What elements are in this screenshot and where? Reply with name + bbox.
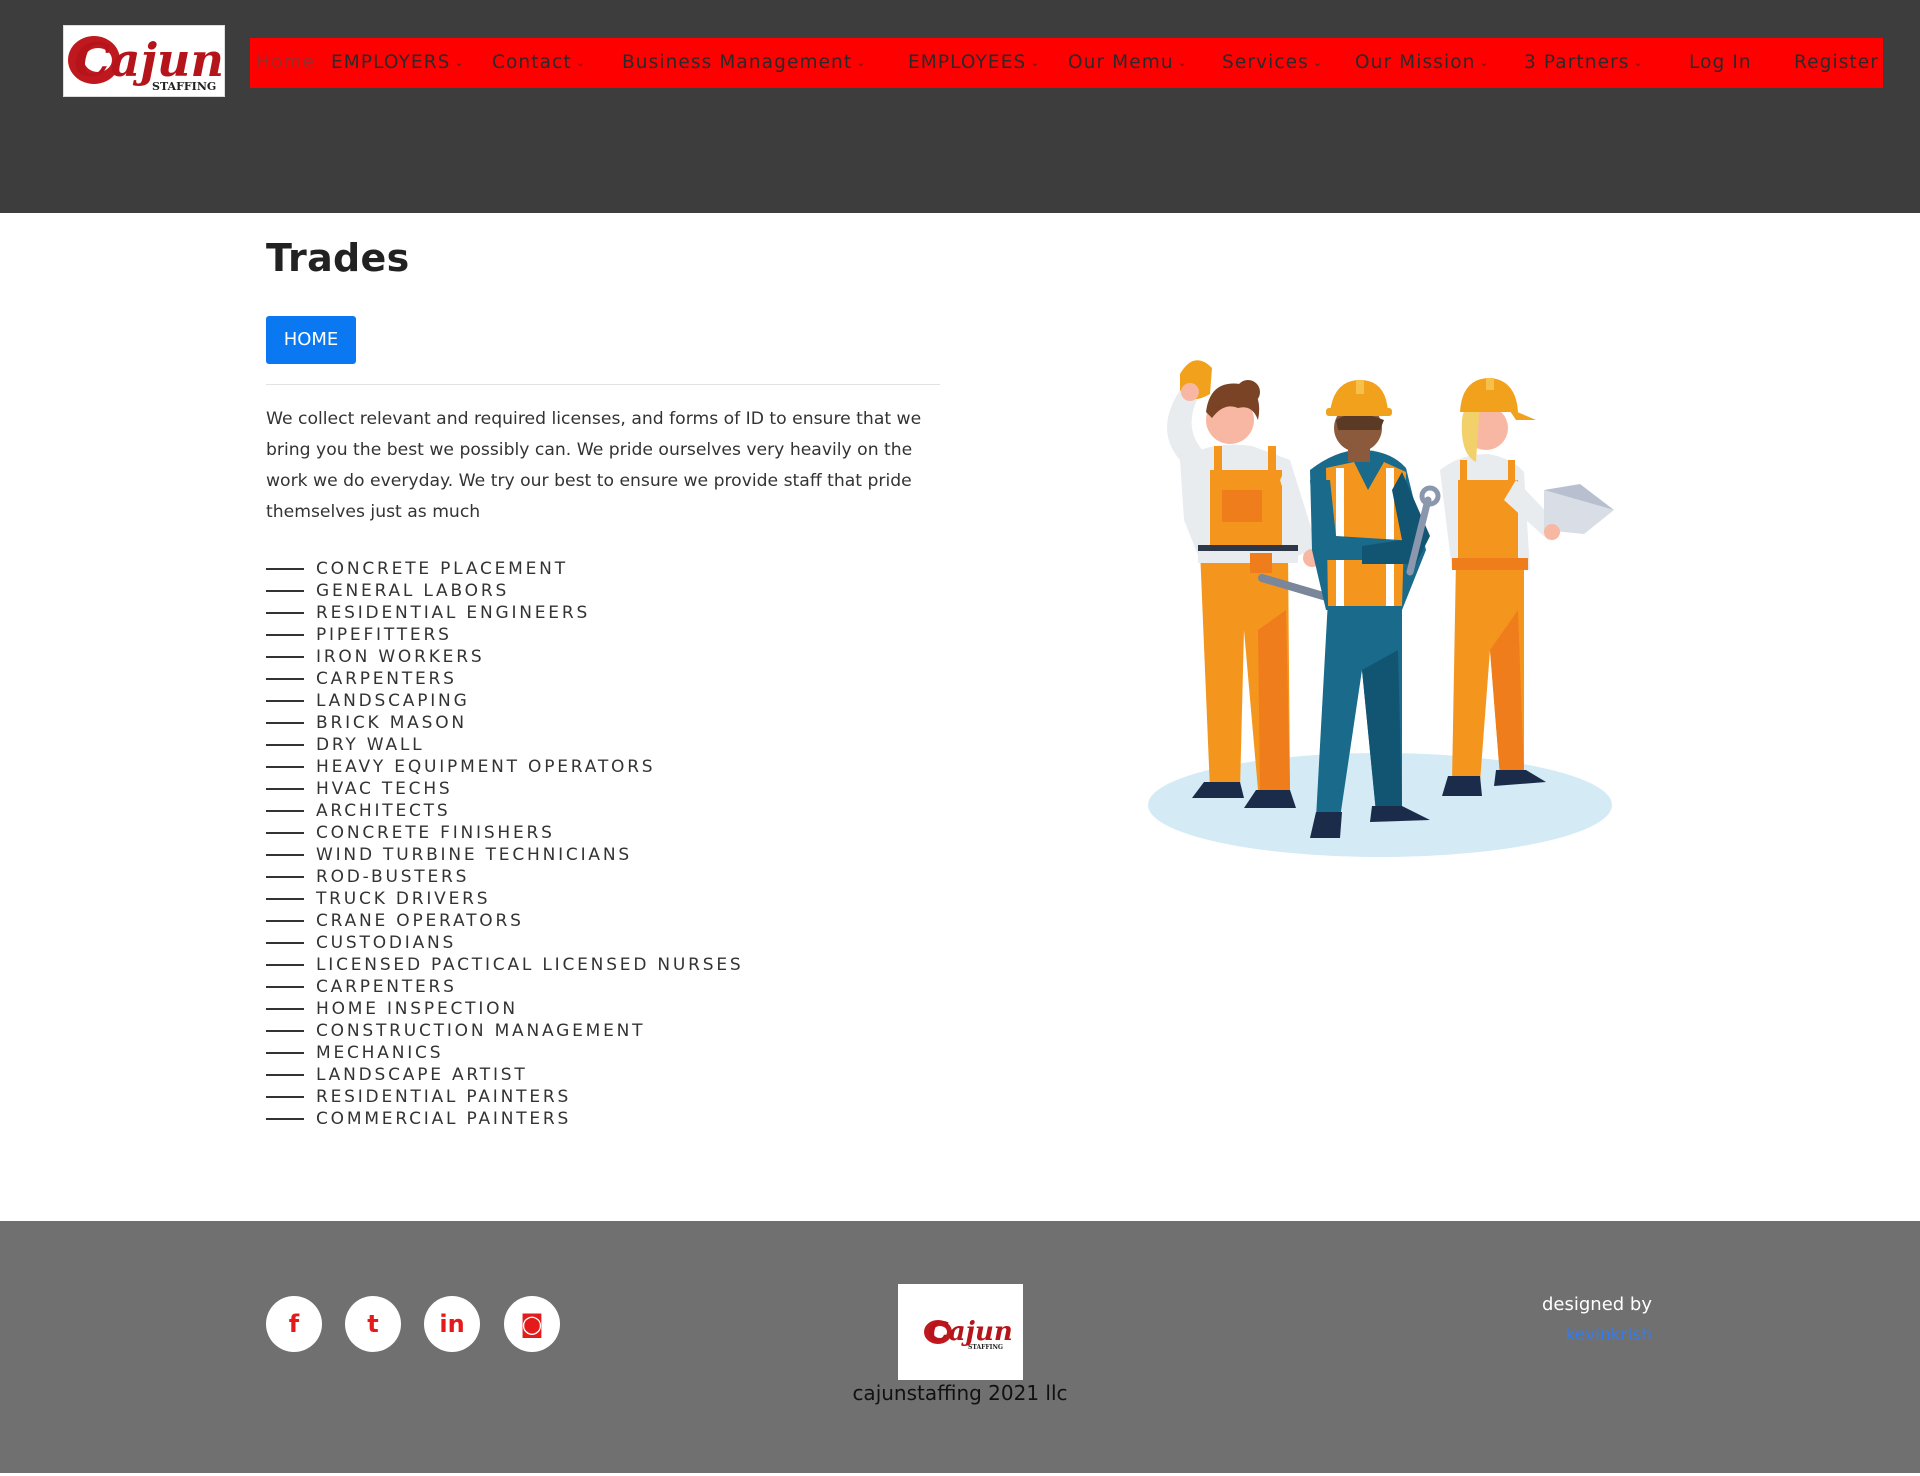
svg-text:STAFFING: STAFFING bbox=[152, 80, 216, 93]
list-item: HEAVY EQUIPMENT OPERATORS bbox=[266, 756, 744, 778]
nav-our-mission[interactable]: Our Mission ⌄ bbox=[1355, 38, 1490, 88]
dash-icon bbox=[266, 788, 304, 790]
list-item: LANDSCAPING bbox=[266, 690, 744, 712]
dash-icon bbox=[266, 678, 304, 680]
nav-home[interactable]: Home bbox=[256, 38, 315, 88]
facebook-icon[interactable]: f bbox=[266, 1296, 322, 1352]
list-item: COMMERCIAL PAINTERS bbox=[266, 1108, 744, 1130]
list-item: CONCRETE PLACEMENT bbox=[266, 558, 744, 580]
cajun-staffing-logo[interactable]: Cajun STAFFING bbox=[63, 25, 225, 97]
dash-icon bbox=[266, 590, 304, 592]
list-item: IRON WORKERS bbox=[266, 646, 744, 668]
home-button[interactable]: HOME bbox=[266, 316, 356, 364]
list-item: DRY WALL bbox=[266, 734, 744, 756]
nav-services[interactable]: Services ⌄ bbox=[1222, 38, 1323, 88]
svg-text:Cajun: Cajun bbox=[74, 33, 224, 87]
list-item: TRUCK DRIVERS bbox=[266, 888, 744, 910]
dash-icon bbox=[266, 876, 304, 878]
nav-log-in[interactable]: Log In bbox=[1689, 38, 1752, 88]
list-item: ARCHITECTS bbox=[266, 800, 744, 822]
dash-icon bbox=[266, 854, 304, 856]
dash-icon bbox=[266, 1052, 304, 1054]
chevron-down-icon: ⌄ bbox=[1479, 56, 1490, 69]
list-item: CUSTODIANS bbox=[266, 932, 744, 954]
designer-link[interactable]: kevinkrish bbox=[1566, 1325, 1652, 1345]
dash-icon bbox=[266, 634, 304, 636]
chevron-down-icon: ⌄ bbox=[1177, 56, 1188, 69]
site-footer: f t in ◙ Cajun STAFFING cajunstaffing 20… bbox=[0, 1221, 1920, 1473]
construction-workers-illustration bbox=[1148, 360, 1614, 857]
list-item: WIND TURBINE TECHNICIANS bbox=[266, 844, 744, 866]
list-item: PIPEFITTERS bbox=[266, 624, 744, 646]
nav-3-partners[interactable]: 3 Partners ⌄ bbox=[1524, 38, 1644, 88]
chevron-down-icon: ⌄ bbox=[1633, 56, 1644, 69]
list-item: GENERAL LABORS bbox=[266, 580, 744, 602]
nav-employers[interactable]: EMPLOYERS ⌄ bbox=[331, 38, 465, 88]
copyright-text: cajunstaffing 2021 llc bbox=[852, 1381, 1068, 1405]
dash-icon bbox=[266, 766, 304, 768]
list-item: CARPENTERS bbox=[266, 668, 744, 690]
list-item: CONSTRUCTION MANAGEMENT bbox=[266, 1020, 744, 1042]
list-item: HOME INSPECTION bbox=[266, 998, 744, 1020]
nav-contact[interactable]: Contact ⌄ bbox=[492, 38, 586, 88]
dash-icon bbox=[266, 920, 304, 922]
dash-icon bbox=[266, 1118, 304, 1120]
list-item: CARPENTERS bbox=[266, 976, 744, 998]
dash-icon bbox=[266, 942, 304, 944]
list-item: HVAC TECHS bbox=[266, 778, 744, 800]
dash-icon bbox=[266, 612, 304, 614]
chevron-down-icon: ⌄ bbox=[856, 56, 867, 69]
nav-business-management[interactable]: Business Management ⌄ bbox=[622, 38, 867, 88]
dash-icon bbox=[266, 1074, 304, 1076]
footer-logo[interactable]: Cajun STAFFING bbox=[898, 1284, 1023, 1380]
svg-text:STAFFING: STAFFING bbox=[968, 1344, 1003, 1351]
nav-our-memu[interactable]: Our Memu ⌄ bbox=[1068, 38, 1188, 88]
list-item: LICENSED PACTICAL LICENSED NURSES bbox=[266, 954, 744, 976]
dash-icon bbox=[266, 832, 304, 834]
dash-icon bbox=[266, 986, 304, 988]
twitter-icon[interactable]: t bbox=[345, 1296, 401, 1352]
dash-icon bbox=[266, 722, 304, 724]
chevron-down-icon: ⌄ bbox=[454, 56, 465, 69]
dash-icon bbox=[266, 810, 304, 812]
divider bbox=[266, 384, 940, 385]
trades-list: CONCRETE PLACEMENT GENERAL LABORS RESIDE… bbox=[266, 558, 744, 1130]
list-item: RESIDENTIAL PAINTERS bbox=[266, 1086, 744, 1108]
dash-icon bbox=[266, 656, 304, 658]
list-item: BRICK MASON bbox=[266, 712, 744, 734]
chevron-down-icon: ⌄ bbox=[1030, 56, 1041, 69]
page-title: Trades bbox=[266, 236, 410, 280]
dash-icon bbox=[266, 1096, 304, 1098]
site-header: Cajun STAFFING Home EMPLOYERS ⌄ Contact ⌄ … bbox=[0, 0, 1920, 213]
list-item: RESIDENTIAL ENGINEERS bbox=[266, 602, 744, 624]
list-item: LANDSCAPE ARTIST bbox=[266, 1064, 744, 1086]
designed-by-label: designed by bbox=[1541, 1294, 1652, 1315]
list-item: ROD-BUSTERS bbox=[266, 866, 744, 888]
chevron-down-icon: ⌄ bbox=[1312, 56, 1324, 69]
dash-icon bbox=[266, 568, 304, 570]
dash-icon bbox=[266, 1008, 304, 1010]
intro-paragraph: We collect relevant and required license… bbox=[266, 409, 922, 522]
nav-employees[interactable]: EMPLOYEES ⌄ bbox=[908, 38, 1041, 88]
instagram-icon[interactable]: ◙ bbox=[504, 1296, 560, 1352]
linkedin-icon[interactable]: in bbox=[424, 1296, 480, 1352]
nav-register[interactable]: Register bbox=[1794, 38, 1879, 88]
list-item: CRANE OPERATORS bbox=[266, 910, 744, 932]
dash-icon bbox=[266, 700, 304, 702]
list-item: MECHANICS bbox=[266, 1042, 744, 1064]
chevron-down-icon: ⌄ bbox=[575, 56, 587, 69]
main-navigation: Home EMPLOYERS ⌄ Contact ⌄ Business Manage… bbox=[250, 38, 1883, 88]
dash-icon bbox=[266, 964, 304, 966]
svg-text:Cajun: Cajun bbox=[928, 1317, 1013, 1347]
dash-icon bbox=[266, 744, 304, 746]
dash-icon bbox=[266, 1030, 304, 1032]
list-item: CONCRETE FINISHERS bbox=[266, 822, 744, 844]
dash-icon bbox=[266, 898, 304, 900]
